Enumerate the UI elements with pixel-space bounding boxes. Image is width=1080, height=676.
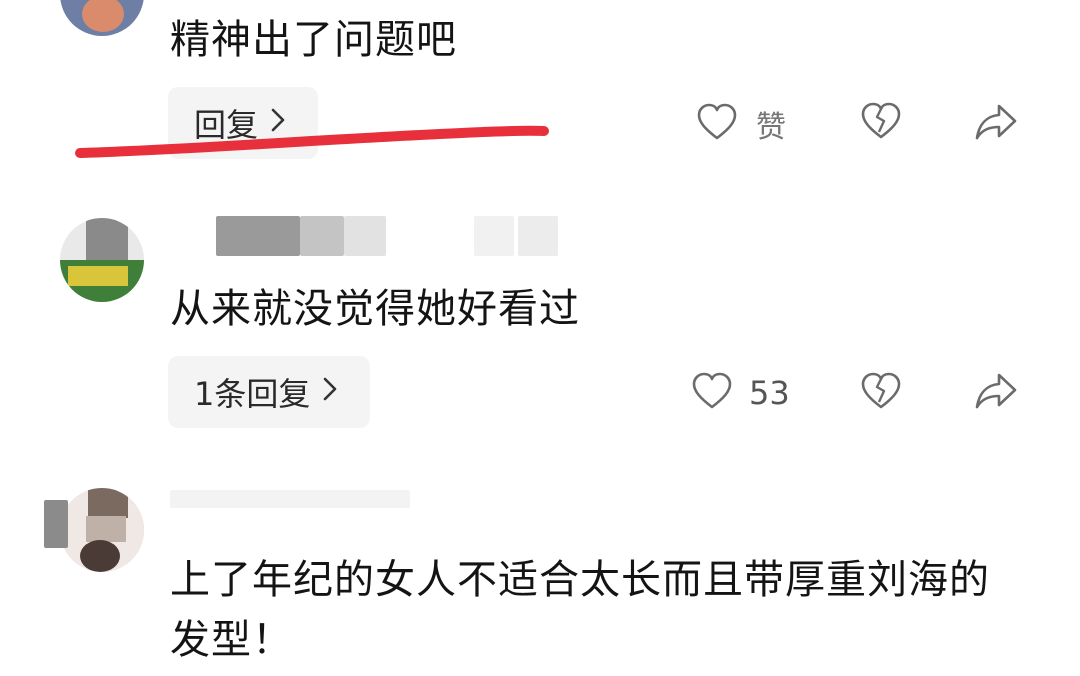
broken-heart-icon [860, 372, 902, 414]
username-mosaic [216, 216, 300, 256]
chevron-right-icon [322, 376, 338, 409]
like-count: 53 [749, 374, 790, 412]
username-mosaic [518, 216, 558, 256]
share-arrow-icon [974, 371, 1018, 415]
username-mosaic [474, 216, 514, 256]
annotation-underline [75, 125, 549, 158]
like-button[interactable]: 53 [691, 372, 790, 414]
reply-button[interactable]: 1条回复 [168, 356, 370, 428]
dislike-button[interactable] [860, 372, 902, 414]
comment-text-content: 上了年纪的女人不适合太长而且带厚重刘海的发型！ [170, 557, 990, 663]
share-button[interactable] [974, 371, 1018, 415]
username-mosaic [170, 490, 410, 508]
avatar[interactable] [60, 218, 144, 302]
username-mosaic [344, 216, 386, 256]
comment-text: 从来就没觉得她好看过 [170, 286, 580, 332]
avatar[interactable] [60, 488, 144, 572]
comment-text: 上了年纪的女人不适合太长而且带厚重刘海的发型！ [170, 550, 990, 670]
username-mosaic [300, 216, 344, 256]
heart-outline-icon [691, 372, 733, 414]
username-mosaic [44, 500, 68, 548]
reply-label: 1条回复 [194, 375, 311, 413]
